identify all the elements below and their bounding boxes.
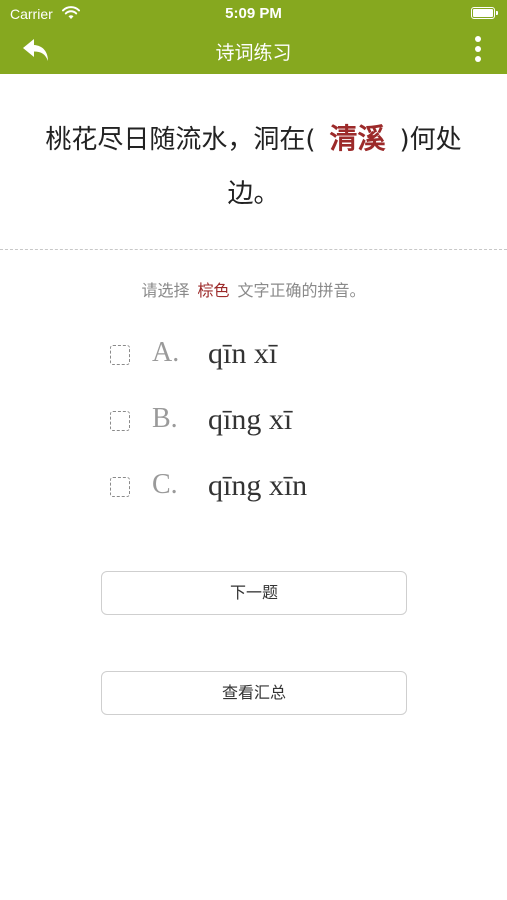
checkbox[interactable]	[110, 345, 130, 365]
checkbox[interactable]	[110, 477, 130, 497]
question-text: 桃花尽日随流水，洞在(清溪)何处边。	[22, 112, 485, 221]
question-before: 桃花尽日随流水，洞在(	[45, 125, 316, 155]
option-text: qīng xī	[208, 403, 293, 436]
clock: 5:09 PM	[225, 5, 282, 22]
page-title: 诗词练习	[215, 42, 292, 64]
question-answer-highlight: 清溪	[329, 122, 386, 155]
instruction-highlight: 棕色	[197, 281, 230, 300]
nav-bar: 诗词练习	[0, 28, 507, 74]
option-letter: C.	[152, 469, 178, 500]
instruction-before: 请选择	[141, 281, 190, 300]
divider	[0, 249, 507, 250]
option-text: qīn xī	[208, 337, 278, 370]
top-bar: Carrier 5:09 PM 诗词练习	[0, 0, 507, 74]
checkbox[interactable]	[110, 411, 130, 431]
option-letter: A.	[152, 337, 180, 368]
instruction-text: 请选择 棕色 文字正确的拼音。	[0, 277, 507, 301]
view-summary-button[interactable]: 查看汇总	[101, 671, 407, 715]
more-options-icon[interactable]	[471, 36, 485, 66]
status-bar: Carrier 5:09 PM	[0, 0, 507, 28]
option-letter: B.	[152, 403, 178, 434]
battery-icon	[471, 7, 498, 19]
instruction-after: 文字正确的拼音。	[237, 281, 366, 300]
option-text: qīng xīn	[208, 469, 308, 502]
next-question-button[interactable]: 下一题	[101, 571, 407, 615]
